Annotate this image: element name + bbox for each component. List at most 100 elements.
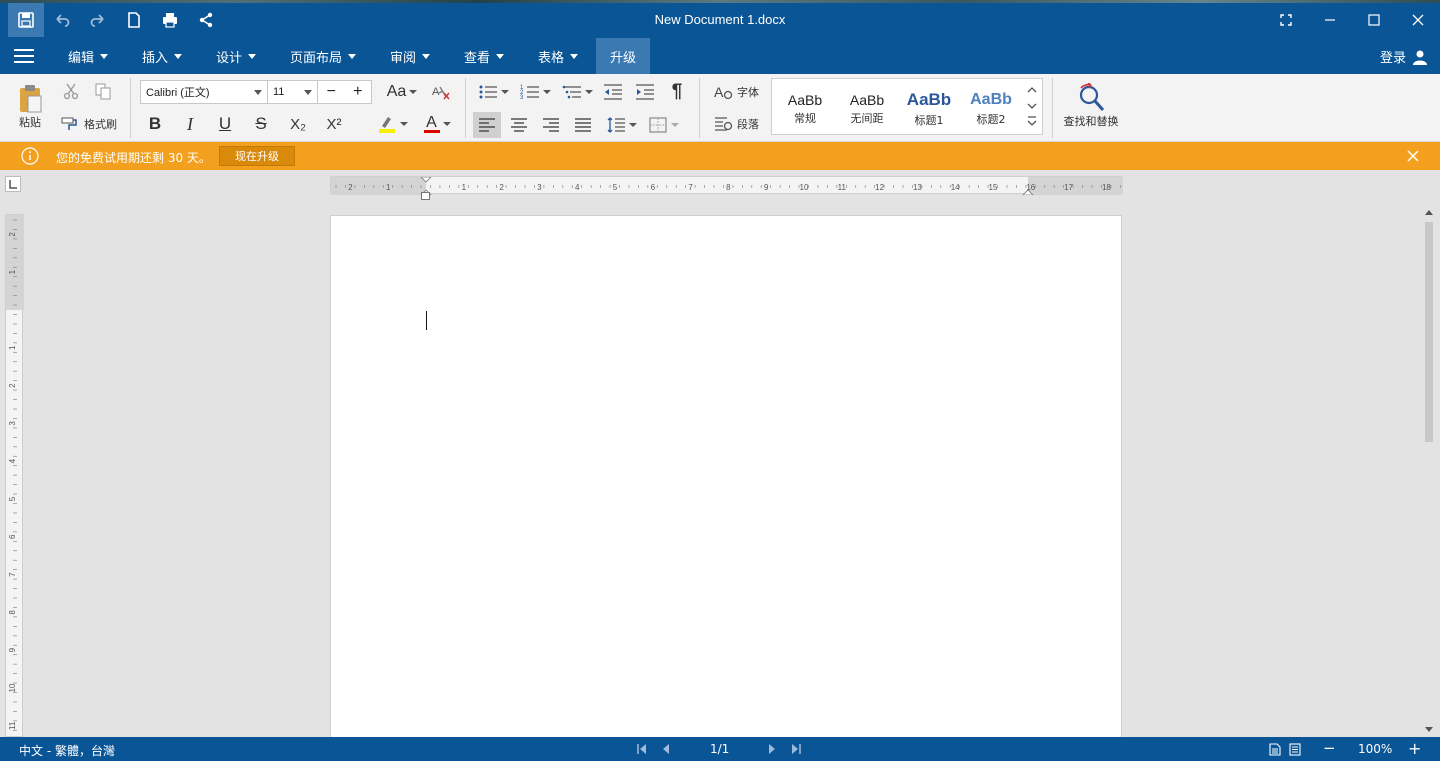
align-center-button[interactable] bbox=[506, 112, 532, 138]
numbered-list-icon: 123 bbox=[520, 85, 539, 101]
justify-button[interactable] bbox=[570, 112, 596, 138]
font-color-button[interactable]: A bbox=[418, 112, 456, 136]
chevron-down-icon bbox=[409, 90, 418, 94]
multilevel-list-button[interactable] bbox=[558, 80, 596, 104]
style-heading-2[interactable]: AaBb 标题2 bbox=[960, 79, 1022, 134]
styles-scroll-icons[interactable] bbox=[1024, 83, 1040, 131]
scrollbar-thumb[interactable] bbox=[1425, 222, 1433, 442]
paste-button[interactable]: 粘贴 bbox=[10, 78, 50, 136]
font-name-select[interactable]: Calibri (正文) bbox=[140, 80, 268, 104]
last-page-icon[interactable] bbox=[790, 743, 802, 755]
numbered-list-button[interactable]: 123 bbox=[516, 80, 554, 104]
language-indicator[interactable]: 中文 - 繁體，台灣 bbox=[19, 742, 115, 759]
menu-page-layout-label: 页面布局 bbox=[290, 50, 343, 66]
increase-indent-button[interactable] bbox=[633, 80, 657, 104]
borders-button[interactable] bbox=[644, 112, 682, 138]
align-right-button[interactable] bbox=[538, 112, 564, 138]
page-indicator: 1/1 bbox=[710, 742, 730, 756]
first-page-icon[interactable] bbox=[636, 743, 648, 755]
superscript-label: X² bbox=[326, 115, 342, 133]
scroll-up-icon[interactable] bbox=[1424, 208, 1434, 216]
maximize-button[interactable] bbox=[1352, 3, 1396, 37]
change-case-button[interactable]: Aa bbox=[382, 80, 422, 104]
tab-stop-selector[interactable] bbox=[5, 176, 21, 192]
style-no-spacing[interactable]: AaBb 无间距 bbox=[836, 79, 898, 134]
menu-edit[interactable]: 编辑 bbox=[56, 38, 120, 74]
increase-font-size-button[interactable]: + bbox=[353, 83, 362, 101]
font-panel-button[interactable]: A 字体 bbox=[710, 80, 762, 104]
ruler-tick-label: 15 bbox=[989, 183, 998, 192]
ruler-tick-label: 17 bbox=[1064, 183, 1073, 192]
font-size-value: 11 bbox=[273, 86, 285, 98]
align-center-icon bbox=[511, 118, 527, 132]
web-layout-icon[interactable] bbox=[1289, 743, 1301, 756]
fullscreen-button[interactable] bbox=[1264, 3, 1308, 37]
menu-review[interactable]: 审阅 bbox=[378, 38, 442, 74]
scroll-down-icon[interactable] bbox=[1424, 726, 1434, 734]
menu-upgrade[interactable]: 升级 bbox=[596, 38, 650, 74]
horizontal-ruler-scale: 2 1 1 2 3 4 5 6 7 8 9 10 11 12 13 14 15 16 17 18 bbox=[331, 176, 1123, 196]
superscript-button[interactable]: X² bbox=[322, 112, 346, 136]
close-button[interactable] bbox=[1396, 3, 1440, 37]
close-notice-icon[interactable] bbox=[1407, 150, 1419, 162]
ruler-tick-label: 1 bbox=[386, 183, 391, 192]
document-page[interactable] bbox=[330, 215, 1122, 755]
text-cursor bbox=[426, 311, 427, 330]
menu-page-layout[interactable]: 页面布局 bbox=[278, 38, 368, 74]
menu-edit-label: 编辑 bbox=[68, 50, 95, 66]
vertical-ruler[interactable]: 2 1 1 2 3 4 5 6 7 8 9 10 11 bbox=[5, 214, 24, 737]
menu-insert[interactable]: 插入 bbox=[130, 38, 194, 74]
font-size-select[interactable]: 11 bbox=[267, 80, 318, 104]
upgrade-now-button[interactable]: 现在升级 bbox=[219, 146, 295, 166]
menu-table[interactable]: 表格 bbox=[526, 38, 590, 74]
previous-page-icon[interactable] bbox=[660, 743, 672, 755]
ruler-tick-label: 11 bbox=[8, 721, 17, 730]
align-right-icon bbox=[543, 118, 559, 132]
horizontal-ruler[interactable]: 2 1 1 2 3 4 5 6 7 8 9 10 11 12 13 14 15 16 17 18 bbox=[330, 176, 1123, 196]
menu-view[interactable]: 查看 bbox=[452, 38, 516, 74]
find-replace-button[interactable]: 查找和替换 bbox=[1060, 78, 1122, 134]
login-button[interactable]: 登录 bbox=[1380, 47, 1428, 66]
italic-button[interactable]: I bbox=[178, 112, 202, 136]
chevron-down-icon bbox=[399, 122, 408, 126]
cut-button[interactable] bbox=[60, 80, 82, 102]
bullet-list-button[interactable] bbox=[474, 80, 512, 104]
zoom-out-button[interactable]: − bbox=[1323, 739, 1336, 757]
vertical-scrollbar[interactable] bbox=[1423, 206, 1435, 736]
ruler-tick-label: 14 bbox=[951, 183, 960, 192]
ruler-tick-label: 2 bbox=[348, 183, 353, 192]
next-page-icon[interactable] bbox=[766, 743, 778, 755]
format-painter-button[interactable]: 格式刷 bbox=[60, 113, 120, 135]
zoom-in-button[interactable]: + bbox=[1408, 739, 1421, 758]
subscript-button[interactable]: X₂ bbox=[286, 112, 310, 136]
strikethrough-button[interactable]: S bbox=[249, 112, 273, 136]
print-layout-icon[interactable] bbox=[1269, 743, 1281, 756]
decrease-font-size-button[interactable]: − bbox=[327, 83, 336, 101]
ribbon-separator bbox=[1052, 78, 1053, 138]
menu-table-label: 表格 bbox=[538, 50, 565, 66]
ribbon-separator bbox=[465, 78, 466, 138]
decrease-indent-button[interactable] bbox=[601, 80, 625, 104]
bold-button[interactable]: B bbox=[143, 112, 167, 136]
style-normal[interactable]: AaBb 常规 bbox=[774, 79, 836, 134]
copy-button[interactable] bbox=[92, 80, 114, 102]
highlight-color-button[interactable] bbox=[372, 112, 412, 136]
font-size-stepper[interactable]: − + bbox=[317, 80, 372, 104]
hamburger-menu-icon[interactable] bbox=[14, 49, 34, 63]
clear-formatting-button[interactable]: A bbox=[429, 80, 453, 104]
menu-design[interactable]: 设计 bbox=[204, 38, 268, 74]
underline-button[interactable]: U bbox=[213, 112, 237, 136]
zoom-level[interactable]: 100% bbox=[1358, 742, 1392, 756]
minimize-button[interactable] bbox=[1308, 3, 1352, 37]
ruler-tick-label: 7 bbox=[8, 572, 17, 577]
pilcrow-icon: ¶ bbox=[671, 81, 683, 102]
left-indent-marker[interactable] bbox=[421, 192, 430, 200]
paragraph-panel-button[interactable]: 段落 bbox=[710, 112, 762, 136]
align-left-button[interactable] bbox=[473, 112, 501, 138]
show-formatting-marks-button[interactable]: ¶ bbox=[665, 80, 689, 104]
line-spacing-button[interactable] bbox=[602, 112, 640, 138]
style-heading-1[interactable]: AaBb 标题1 bbox=[898, 79, 960, 134]
chevron-down-icon bbox=[100, 53, 109, 59]
ruler-tick-label: 4 bbox=[8, 458, 17, 463]
ribbon-toolbar: 粘贴 格式刷 Calibri (正文) 11 − + Aa A B I U S … bbox=[0, 74, 1440, 142]
